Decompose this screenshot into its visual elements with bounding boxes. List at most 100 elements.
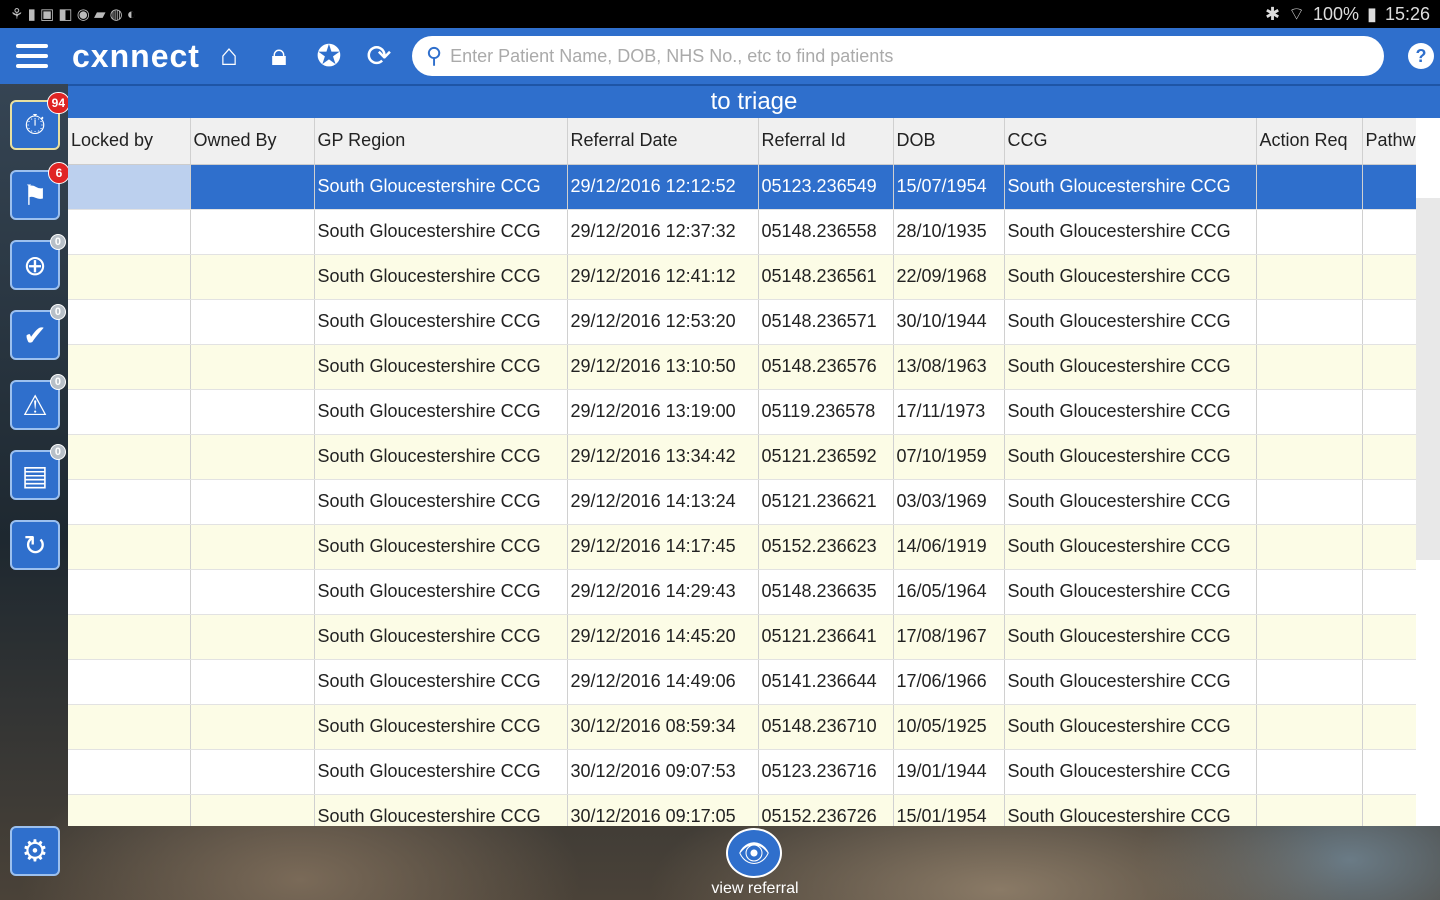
table-cell: 29/12/2016 13:19:00 — [567, 389, 759, 435]
triage-list-panel: to triage Locked by Owned By GP Region R… — [68, 84, 1440, 826]
table-cell: 16/05/1964 — [893, 569, 1005, 615]
table-row[interactable]: South Gloucestershire CCG 29/12/2016 12:5… — [68, 299, 1417, 345]
table-row[interactable]: South Gloucestershire CCG 30/12/2016 08:5… — [68, 704, 1417, 750]
sidebar-flags-button[interactable]: ⚑ 6 — [10, 162, 70, 220]
clock-alert-icon: ⏱ — [24, 108, 46, 140]
battery-level: 100% — [1313, 3, 1360, 24]
sidebar-chat-add-button[interactable]: ⊕ 0 — [10, 234, 66, 290]
clock: 15:26 — [1384, 3, 1430, 24]
table-row[interactable]: South Gloucestershire CCG 29/12/2016 13:1… — [68, 344, 1417, 390]
table-cell: South Gloucestershire CCG — [1004, 389, 1257, 435]
table-cell: 13/08/1963 — [893, 344, 1005, 390]
help-icon[interactable]: ? — [1408, 43, 1434, 69]
lock-icon[interactable]: 🔒︎ — [254, 28, 304, 84]
sidebar-clipboard-button[interactable]: ▤ 0 — [10, 444, 66, 500]
table-row[interactable]: South Gloucestershire CCG 30/12/2016 09:1… — [68, 794, 1417, 826]
sidebar-refresh-button[interactable]: ↻ — [10, 520, 60, 570]
table-cell: 05148.236576 — [758, 344, 894, 390]
wifi-icon: ⌔ — [1288, 3, 1305, 24]
system-status-bar: ⚘ ▮ ▣ ◧ ◉ ▰ ◍ ◐ ✱ ⌔ 100% ▮ 15:26 — [0, 0, 1440, 28]
table-cell: 05121.236592 — [758, 434, 894, 480]
scrollbar[interactable] — [1416, 118, 1440, 826]
table-cell: 03/03/1969 — [893, 479, 1005, 525]
table-cell — [1256, 254, 1363, 300]
table-cell — [1362, 434, 1417, 480]
table-cell: 28/10/1935 — [893, 209, 1005, 255]
table-cell — [1256, 659, 1363, 705]
table-cell: 05148.236558 — [758, 209, 894, 255]
table-cell — [1256, 299, 1363, 345]
table-cell — [190, 659, 315, 705]
column-header[interactable]: Pathw — [1362, 118, 1417, 165]
table-row[interactable]: South Gloucestershire CCG 29/12/2016 14:4… — [68, 614, 1417, 660]
column-header[interactable]: Referral Date — [567, 118, 759, 165]
table-row[interactable]: South Gloucestershire CCG 29/12/2016 14:1… — [68, 479, 1417, 525]
badge-count: 0 — [49, 444, 66, 460]
table-cell — [190, 569, 315, 615]
column-header[interactable]: Referral Id — [758, 118, 894, 165]
column-header[interactable]: CCG — [1004, 118, 1257, 165]
view-referral-button[interactable]: 👁︎ — [726, 828, 782, 878]
scrollbar-thumb[interactable] — [1416, 198, 1440, 560]
table-cell — [1256, 749, 1363, 795]
badge-count: 0 — [49, 234, 66, 250]
table-row[interactable]: South Gloucestershire CCG 29/12/2016 14:2… — [68, 569, 1417, 615]
table-cell — [1362, 749, 1417, 795]
search-input[interactable] — [450, 45, 1370, 67]
table-cell: 15/07/1954 — [893, 164, 1005, 210]
column-header[interactable]: Locked by — [68, 118, 191, 165]
table-row[interactable]: South Gloucestershire CCG 29/12/2016 12:4… — [68, 254, 1417, 300]
patient-search[interactable]: ⚲ — [412, 36, 1384, 76]
table-cell — [190, 209, 315, 255]
sidebar-to-triage-button[interactable]: ⏱ 94 — [10, 92, 70, 150]
settings-button[interactable]: ⚙ — [10, 826, 60, 876]
table-cell — [1256, 344, 1363, 390]
table-cell — [1362, 164, 1417, 210]
table-cell: 17/06/1966 — [893, 659, 1005, 705]
table-cell — [190, 479, 315, 525]
app-header: cxnnect ⌂ 🔒︎ ✪ ⟳ ⚲ ? — [0, 28, 1440, 84]
chat-icon[interactable]: ⟳ — [354, 28, 404, 84]
table-cell: 30/12/2016 09:07:53 — [567, 749, 759, 795]
table-cell — [190, 344, 315, 390]
table-cell: South Gloucestershire CCG — [314, 299, 568, 345]
table-row[interactable]: South Gloucestershire CCG 29/12/2016 13:1… — [68, 389, 1417, 435]
table-cell: South Gloucestershire CCG — [1004, 794, 1257, 826]
table-header-row: Locked by Owned By GP Region Referral Da… — [68, 118, 1417, 165]
table-cell — [1362, 524, 1417, 570]
table-cell — [1256, 614, 1363, 660]
column-header[interactable]: Owned By — [190, 118, 315, 165]
table-cell: South Gloucestershire CCG — [1004, 479, 1257, 525]
table-row[interactable]: South Gloucestershire CCG 30/12/2016 09:0… — [68, 749, 1417, 795]
column-header[interactable]: Action Req — [1256, 118, 1363, 165]
award-icon[interactable]: ✪ — [304, 28, 354, 84]
table-cell — [1362, 254, 1417, 300]
table-cell — [1256, 209, 1363, 255]
view-referral-label: view referral — [711, 880, 799, 897]
bottom-bar: 👁︎ view referral — [68, 826, 1440, 900]
table-cell: 29/12/2016 14:45:20 — [567, 614, 759, 660]
table-row[interactable]: South Gloucestershire CCG 29/12/2016 12:3… — [68, 209, 1417, 255]
sidebar-chat-check-button[interactable]: ✔ 0 — [10, 304, 66, 360]
table-cell: South Gloucestershire CCG — [314, 434, 568, 480]
badge-count: 0 — [49, 374, 66, 390]
gear-icon: ⚙ — [21, 834, 49, 868]
chat-add-icon: ⊕ — [23, 249, 47, 281]
table-row[interactable]: South Gloucestershire CCG 29/12/2016 14:4… — [68, 659, 1417, 705]
table-cell: 29/12/2016 12:37:32 — [567, 209, 759, 255]
sidebar: ⏱ 94 ⚑ 6 ⊕ 0 ✔ 0 ⚠ 0 ▤ 0 ↻ — [0, 84, 70, 900]
hamburger-menu-icon[interactable] — [0, 28, 64, 84]
table-cell: South Gloucestershire CCG — [1004, 164, 1257, 210]
column-header[interactable]: DOB — [893, 118, 1005, 165]
table-row[interactable]: South Gloucestershire CCG 29/12/2016 12:1… — [68, 164, 1417, 210]
home-icon[interactable]: ⌂ — [204, 28, 254, 84]
table-cell: 19/01/1944 — [893, 749, 1005, 795]
table-row[interactable]: South Gloucestershire CCG 29/12/2016 13:3… — [68, 434, 1417, 480]
table-cell: South Gloucestershire CCG — [1004, 614, 1257, 660]
sidebar-alert-button[interactable]: ⚠ 0 — [10, 374, 66, 430]
column-header[interactable]: GP Region — [314, 118, 568, 165]
table-cell: 30/12/2016 08:59:34 — [567, 704, 759, 750]
table-cell — [68, 254, 191, 300]
table-cell: 05119.236578 — [758, 389, 894, 435]
table-row[interactable]: South Gloucestershire CCG 29/12/2016 14:1… — [68, 524, 1417, 570]
